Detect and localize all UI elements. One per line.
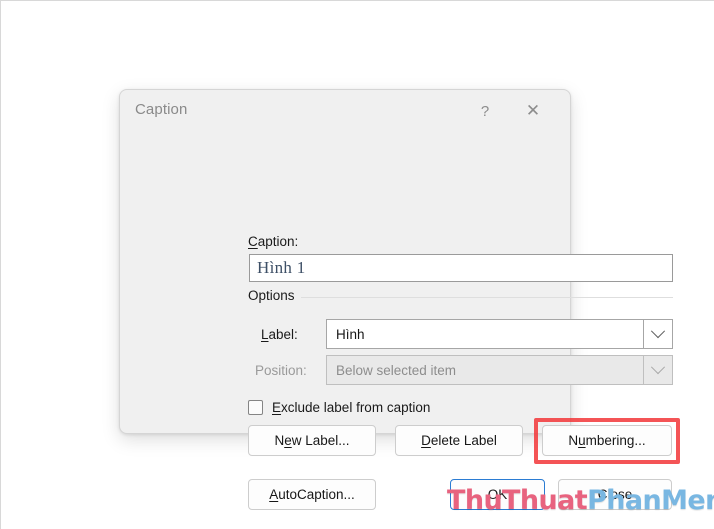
- autocaption-rest: utoCaption...: [278, 487, 355, 502]
- exclude-label-accesskey: E: [272, 400, 282, 415]
- position-field-label: Position:: [255, 363, 307, 378]
- exclude-label-checkbox-row[interactable]: Exclude label from caption: [248, 400, 430, 415]
- watermark-part-a: ThuThuat: [447, 485, 588, 516]
- label-label-accesskey: L: [261, 327, 269, 342]
- chevron-down-icon: [643, 355, 673, 385]
- caption-dialog: Caption ? ✕ Caption: Hình 1 Options Labe…: [119, 89, 680, 510]
- exclude-label-rest: xclude label from caption: [281, 400, 431, 415]
- new-label-rest: w Label...: [291, 433, 350, 448]
- label-dropdown[interactable]: Hình: [326, 319, 673, 349]
- help-icon[interactable]: ?: [468, 96, 502, 126]
- caption-input-value: Hình 1: [257, 258, 306, 277]
- label-label-rest: abel:: [268, 327, 298, 342]
- page-canvas: Caption ? ✕ Caption: Hình 1 Options Labe…: [0, 0, 714, 529]
- caption-label-rest: aption:: [257, 234, 299, 249]
- caption-input[interactable]: Hình 1: [249, 254, 673, 282]
- watermark-part-b: PhanMem.vn: [587, 485, 714, 516]
- autocaption-button[interactable]: AutoCaption...: [248, 479, 376, 510]
- new-label-button[interactable]: New Label...: [248, 425, 376, 456]
- label-dropdown-value[interactable]: Hình: [326, 319, 643, 349]
- close-icon[interactable]: ✕: [516, 96, 550, 126]
- options-group-legend: Options: [248, 288, 301, 303]
- position-dropdown: Below selected item: [326, 355, 673, 385]
- chevron-down-icon[interactable]: [643, 319, 673, 349]
- new-label-prefix: N: [274, 433, 285, 448]
- delete-label-rest: elete Label: [430, 433, 497, 448]
- dialog-titlebar: Caption ? ✕: [120, 90, 570, 132]
- numbering-highlight-annotation: [534, 418, 680, 464]
- dialog-title: Caption: [135, 101, 188, 118]
- autocaption-accesskey: A: [269, 487, 279, 502]
- exclude-label-checkbox-label: Exclude label from caption: [272, 400, 430, 415]
- exclude-label-checkbox[interactable]: [248, 400, 263, 415]
- watermark: ThuThuatPhanMem.vn: [447, 485, 714, 516]
- caption-label-accesskey: C: [248, 234, 258, 249]
- delete-label-button[interactable]: Delete Label: [395, 425, 523, 456]
- caption-field-label: Caption:: [248, 234, 298, 249]
- label-field-label: Label:: [261, 327, 298, 342]
- new-label-accesskey: e: [284, 433, 292, 448]
- position-dropdown-value: Below selected item: [326, 355, 643, 385]
- options-group-divider: [248, 297, 673, 298]
- delete-label-accesskey: D: [421, 433, 431, 448]
